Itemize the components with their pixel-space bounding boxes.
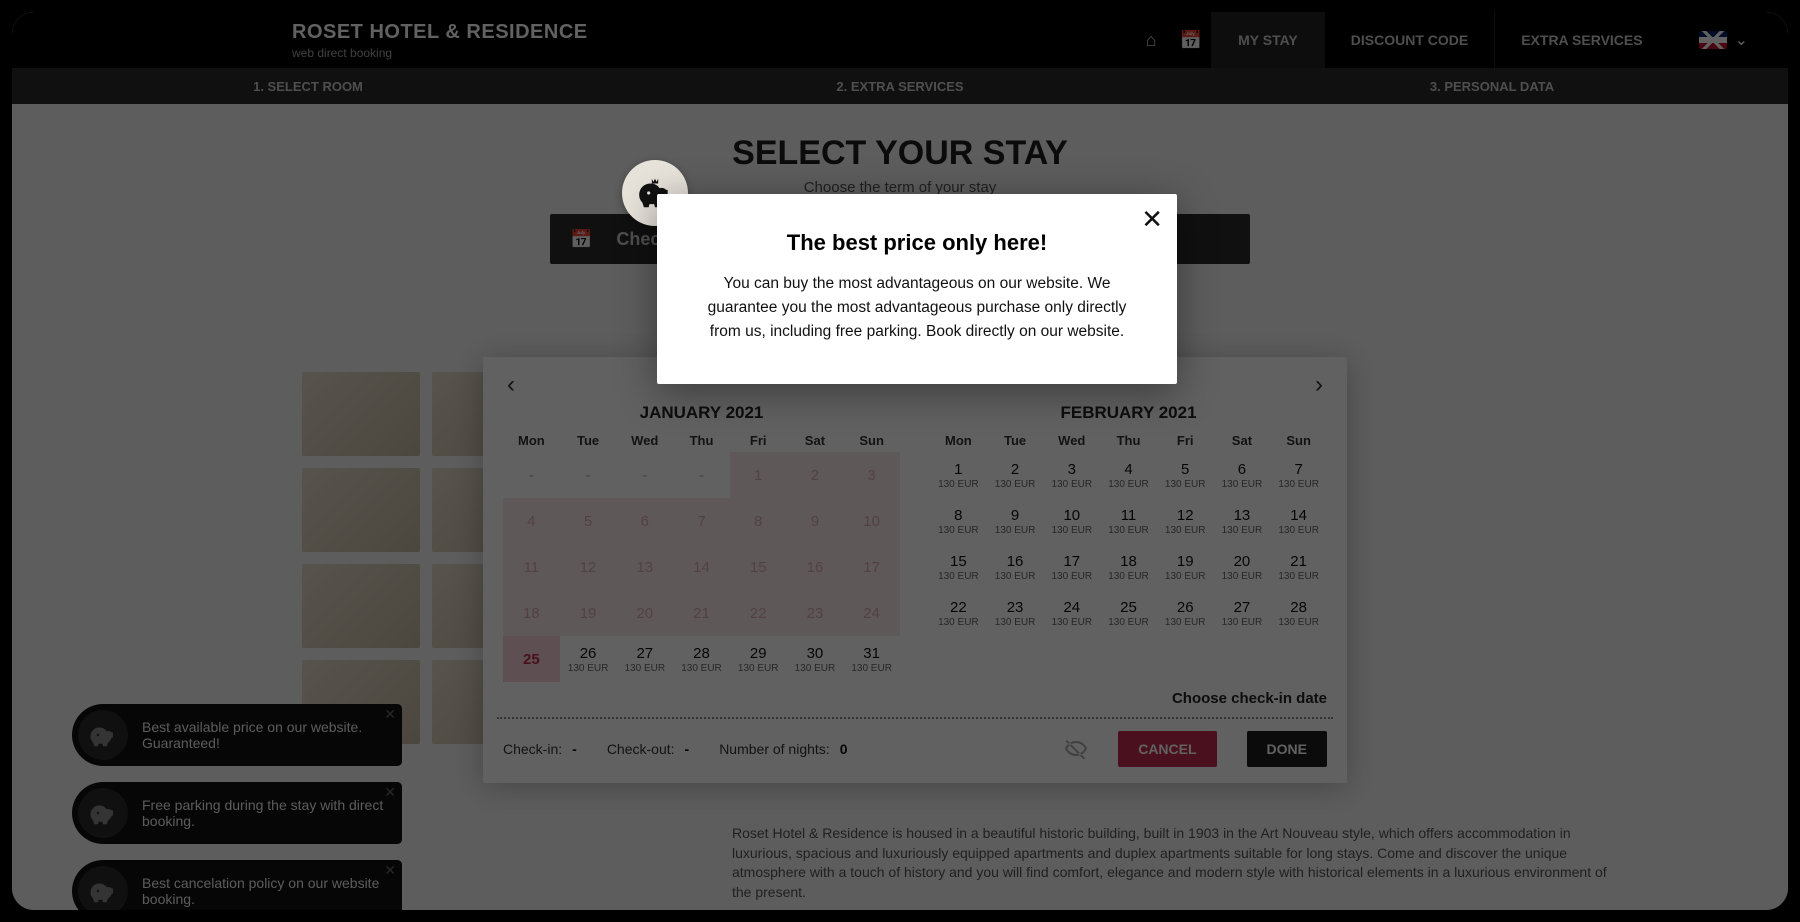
modal-body: You can buy the most advantageous on our… bbox=[693, 272, 1141, 344]
best-price-modal: ✕ The best price only here! You can buy … bbox=[657, 194, 1177, 384]
close-icon[interactable]: ✕ bbox=[1141, 204, 1163, 235]
modal-backdrop[interactable] bbox=[12, 12, 1788, 910]
modal-title: The best price only here! bbox=[693, 230, 1141, 256]
